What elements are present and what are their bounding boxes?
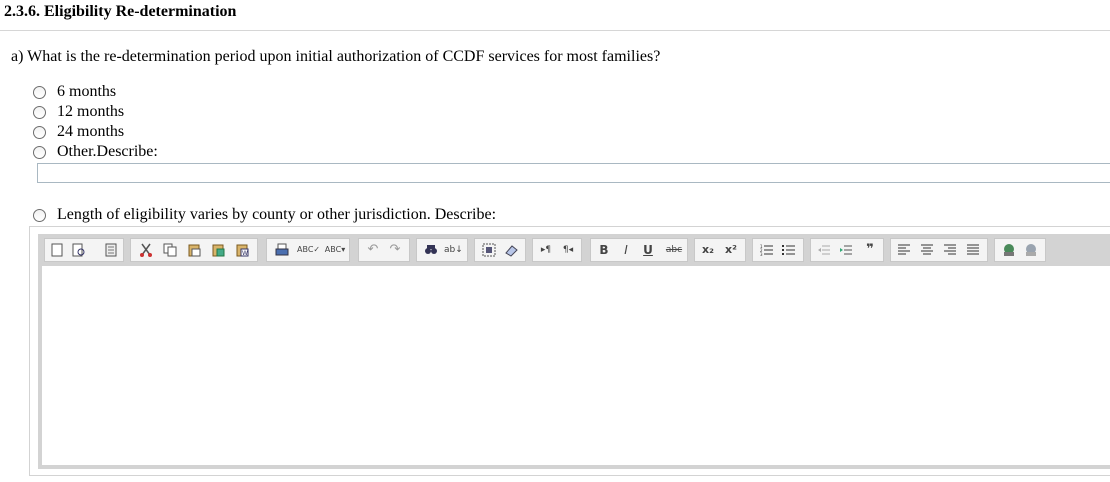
option-label: 6 months [57, 83, 117, 100]
unlink-icon[interactable] [1022, 242, 1040, 258]
align-left-icon[interactable] [895, 242, 913, 258]
toolbar-group-direction: ▸¶ ¶◂ [532, 238, 582, 262]
option-other[interactable]: Other.Describe: [33, 142, 158, 162]
subscript-icon[interactable]: x₂ [699, 242, 717, 258]
paste-word-icon[interactable]: W [233, 242, 251, 258]
toolbar-group-lists: 123 [752, 238, 804, 262]
toolbar-group-align [890, 238, 988, 262]
question-text: a) What is the re-determination period u… [11, 48, 661, 65]
option-label: Length of eligibility varies by county o… [57, 206, 497, 223]
strike-icon[interactable]: abc [663, 242, 685, 258]
option-label: 24 months [57, 123, 125, 140]
copy-icon[interactable] [161, 242, 179, 258]
toolbar-group-find: ab↓ [416, 238, 468, 262]
indent-icon[interactable] [837, 242, 855, 258]
option-varies-by-jurisdiction[interactable]: Length of eligibility varies by county o… [33, 205, 496, 225]
replace-icon[interactable]: ab↓ [444, 242, 463, 258]
editor-toolbar: W ABC✓ ABC▾ ↶ ↷ ab↓ ▸¶ ¶◂ B I U abc x₂ x… [38, 234, 1110, 266]
rich-text-editor: W ABC✓ ABC▾ ↶ ↷ ab↓ ▸¶ ¶◂ B I U abc x₂ x… [29, 226, 1110, 476]
toolbar-group-script: x₂ x² [694, 238, 746, 262]
italic-icon[interactable]: I [617, 242, 635, 258]
undo-icon[interactable]: ↶ [364, 242, 382, 258]
radio-button[interactable] [33, 105, 46, 119]
align-center-icon[interactable] [918, 242, 936, 258]
print-icon[interactable] [273, 242, 291, 258]
toolbar-group-indent: ❞ [810, 238, 884, 262]
other-describe-input[interactable] [37, 163, 1110, 183]
radio-button[interactable] [33, 125, 46, 139]
paste-text-icon[interactable] [209, 242, 227, 258]
title-divider [0, 30, 1110, 31]
section-title: 2.3.6. Eligibility Re-determination [4, 3, 237, 20]
underline-icon[interactable]: U [639, 242, 657, 258]
spellcheck-dropdown-icon[interactable]: ABC▾ [323, 242, 347, 258]
align-right-icon[interactable] [941, 242, 959, 258]
svg-text:3: 3 [760, 252, 763, 257]
option-12-months[interactable]: 12 months [33, 102, 124, 122]
toolbar-group-basicstyles: B I U abc [590, 238, 688, 262]
radio-button[interactable] [33, 208, 46, 222]
new-page-icon[interactable] [48, 242, 66, 258]
option-24-months[interactable]: 24 months [33, 122, 124, 142]
templates-icon[interactable] [102, 242, 120, 258]
remove-format-icon[interactable] [502, 242, 520, 258]
ltr-icon[interactable]: ▸¶ [537, 242, 555, 258]
spellcheck-icon[interactable]: ABC✓ [297, 242, 320, 258]
toolbar-group-links [994, 238, 1046, 262]
editor-content-area[interactable] [38, 266, 1110, 469]
bulleted-list-icon[interactable] [780, 242, 798, 258]
option-label: 12 months [57, 103, 125, 120]
numbered-list-icon[interactable]: 123 [758, 242, 776, 258]
find-icon[interactable] [422, 242, 440, 258]
option-6-months[interactable]: 6 months [33, 82, 116, 102]
rtl-icon[interactable]: ¶◂ [559, 242, 577, 258]
toolbar-group-spelling: ABC✓ ABC▾ [266, 238, 350, 262]
align-justify-icon[interactable] [964, 242, 982, 258]
preview-icon[interactable] [70, 242, 88, 258]
bold-icon[interactable]: B [595, 242, 613, 258]
outdent-icon[interactable] [815, 242, 833, 258]
option-label: Other.Describe: [57, 143, 158, 160]
blockquote-icon[interactable]: ❞ [861, 242, 879, 258]
redo-icon[interactable]: ↷ [386, 242, 404, 258]
select-all-icon[interactable] [480, 242, 498, 258]
radio-button[interactable] [33, 85, 46, 99]
toolbar-group-select [474, 238, 526, 262]
link-icon[interactable] [1000, 242, 1018, 258]
radio-button[interactable] [33, 145, 46, 159]
toolbar-group-document [44, 238, 124, 262]
svg-text:W: W [242, 250, 248, 257]
superscript-icon[interactable]: x² [722, 242, 740, 258]
toolbar-group-history: ↶ ↷ [358, 238, 410, 262]
toolbar-group-clipboard: W [130, 238, 258, 262]
cut-icon[interactable] [137, 242, 155, 258]
paste-icon[interactable] [185, 242, 203, 258]
